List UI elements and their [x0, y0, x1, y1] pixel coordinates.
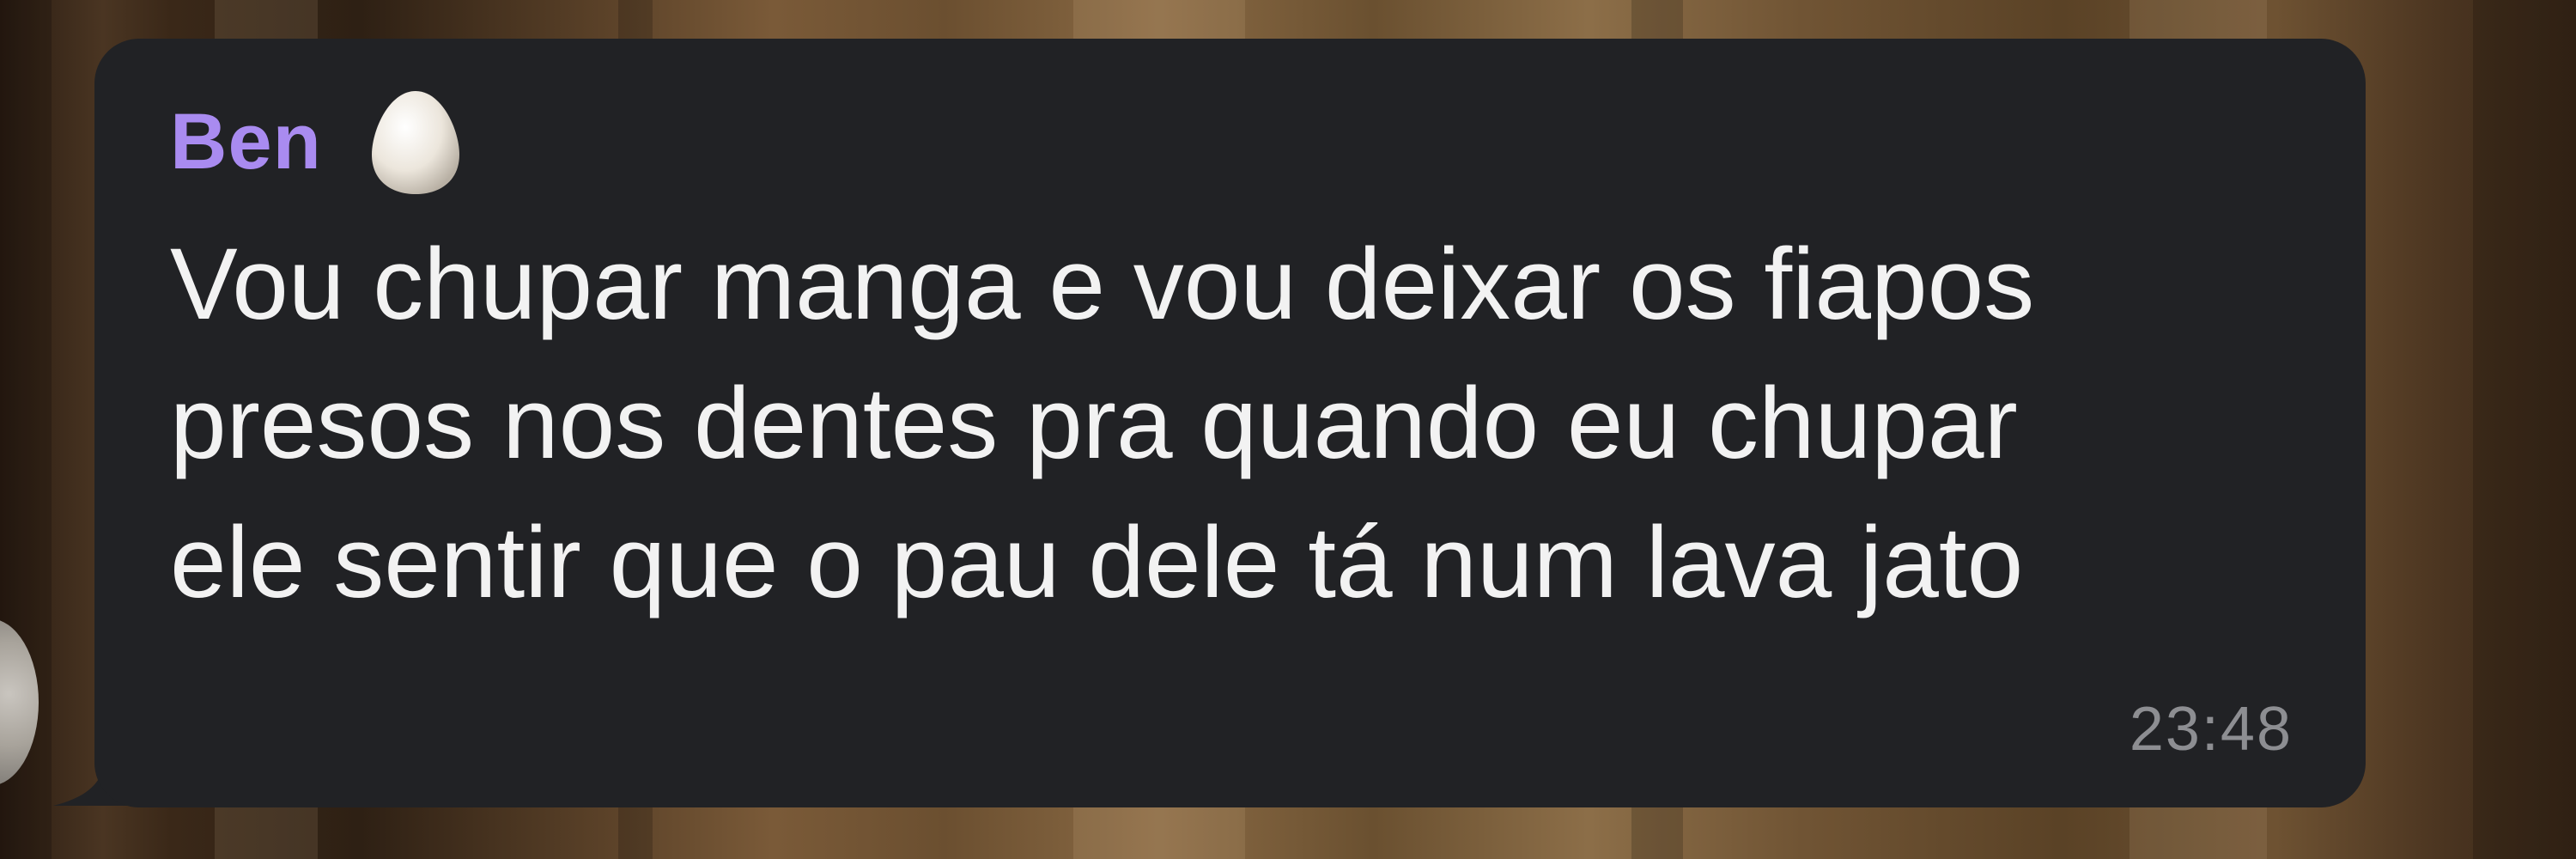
egg-icon: [371, 91, 459, 194]
wallpaper-shadow: [2473, 0, 2576, 859]
sender-header: Ben: [170, 86, 466, 198]
message-timestamp: 23:48: [2129, 695, 2293, 764]
sender-name[interactable]: Ben: [170, 97, 322, 187]
message-text: Vou chupar manga e vou deixar os fiapos …: [170, 228, 2035, 619]
